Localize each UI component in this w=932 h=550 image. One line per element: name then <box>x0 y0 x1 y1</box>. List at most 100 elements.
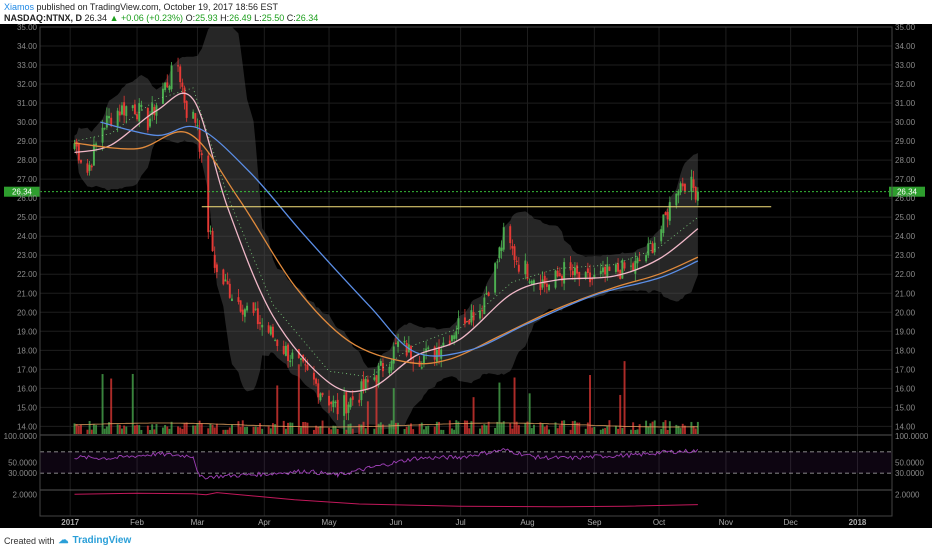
candle-body <box>586 268 589 274</box>
candle-body <box>287 344 290 362</box>
volume-bar <box>481 425 484 434</box>
candle-body <box>556 270 559 277</box>
volume-bar <box>138 425 141 434</box>
rsi-tick-left: 100.0000 <box>4 432 38 441</box>
volume-bar <box>569 429 572 434</box>
volume-bar <box>435 421 438 434</box>
volume-bar <box>77 425 80 434</box>
volume-bar <box>543 426 546 434</box>
y-tick-right: 33.00 <box>895 61 916 70</box>
candle-body <box>349 398 352 408</box>
volume-bar <box>539 422 542 434</box>
candle-body <box>149 118 151 127</box>
author-link[interactable]: Xiamos <box>4 2 34 12</box>
y-tick-right: 26.00 <box>895 194 916 203</box>
volume-bar <box>149 429 151 434</box>
volume-bar <box>168 428 171 434</box>
x-tick: Jul <box>455 518 465 527</box>
volume-bar <box>86 429 89 434</box>
volume-bar <box>118 424 121 434</box>
y-tick-right: 28.00 <box>895 156 916 165</box>
candle-body <box>362 379 365 391</box>
candle-body <box>358 399 361 403</box>
candle-body <box>131 105 134 109</box>
volume-bar <box>328 427 331 434</box>
candle-body <box>487 292 490 296</box>
candle-body <box>271 326 274 338</box>
candle-body <box>457 318 460 330</box>
candle-body <box>222 269 225 285</box>
candle-body <box>312 372 315 380</box>
candle-body <box>634 260 637 274</box>
volume-bar <box>440 429 443 434</box>
volume-bar <box>513 377 516 434</box>
volume-bar <box>660 428 663 434</box>
candle-body <box>545 283 548 287</box>
candle-body <box>317 383 320 398</box>
candle-body <box>230 298 233 301</box>
x-tick: Feb <box>130 518 144 527</box>
candle-body <box>554 270 557 288</box>
rsi-tick-left: 50.0000 <box>8 459 37 468</box>
candle-body <box>649 242 652 244</box>
candle-body <box>494 263 497 293</box>
candle-body <box>136 114 139 120</box>
tradingview-brand[interactable]: TradingView <box>73 535 132 546</box>
candle-body <box>261 324 264 328</box>
volume-bar <box>515 421 518 434</box>
price-chart[interactable]: 26.34 26.34 14.00 14.0015.00 15.0016.00 16.0… <box>0 24 932 528</box>
y-tick-left: 35.00 <box>17 24 38 32</box>
volume-bar <box>632 422 635 434</box>
volume-bar <box>433 426 436 434</box>
volume-bar <box>224 429 227 434</box>
candle-body <box>548 284 551 291</box>
tradingview-logo-icon[interactable]: ☁ <box>59 535 69 546</box>
volume-bar <box>427 425 430 434</box>
volume-bar <box>358 424 361 434</box>
candle-body <box>397 341 400 347</box>
x-tick: May <box>321 518 336 527</box>
volume-bar <box>584 428 587 434</box>
volume-bar <box>349 423 352 434</box>
candle-body <box>604 266 607 275</box>
volume-bar <box>392 388 395 434</box>
volume-bar <box>448 420 451 434</box>
y-tick-right: 30.00 <box>895 118 916 127</box>
volume-bar <box>425 426 428 434</box>
volume-bar <box>614 425 617 434</box>
candle-body <box>526 263 529 280</box>
volume-bar <box>573 420 576 434</box>
y-tick-right: 20.00 <box>895 308 916 317</box>
x-tick: Sep <box>587 518 602 527</box>
candle-body <box>168 86 171 90</box>
candle-body <box>696 191 699 201</box>
change-arrow-icon: ▲ <box>109 13 119 23</box>
y-tick-right: 15.00 <box>895 403 916 412</box>
candle-body <box>200 153 203 156</box>
y-tick-right: 32.00 <box>895 80 916 89</box>
volume-bar <box>422 429 425 434</box>
candle-body <box>146 107 149 131</box>
volume-bar <box>373 428 376 434</box>
candle-body <box>343 395 346 416</box>
volume-bar <box>619 394 622 434</box>
symbol-label[interactable]: NASDAQ:NTNX, D <box>4 13 82 23</box>
candle-body <box>92 144 95 166</box>
volume-bar <box>647 426 650 434</box>
candle-body <box>647 243 650 256</box>
close-label: C: <box>286 13 296 23</box>
candle-body <box>118 111 121 116</box>
volume-bar <box>330 429 333 434</box>
candle-body <box>133 104 136 115</box>
volume-bar <box>532 424 535 434</box>
y-tick-right: 31.00 <box>895 99 916 108</box>
y-tick-left: 26.00 <box>17 194 38 203</box>
candle-body <box>496 261 499 263</box>
candle-body <box>164 82 167 91</box>
volume-bar <box>599 429 602 434</box>
candle-body <box>161 88 164 104</box>
volume-bar <box>468 428 471 434</box>
volume-bar <box>254 426 257 434</box>
volume-bar <box>593 426 596 434</box>
high-value: 26.49 <box>229 13 252 23</box>
